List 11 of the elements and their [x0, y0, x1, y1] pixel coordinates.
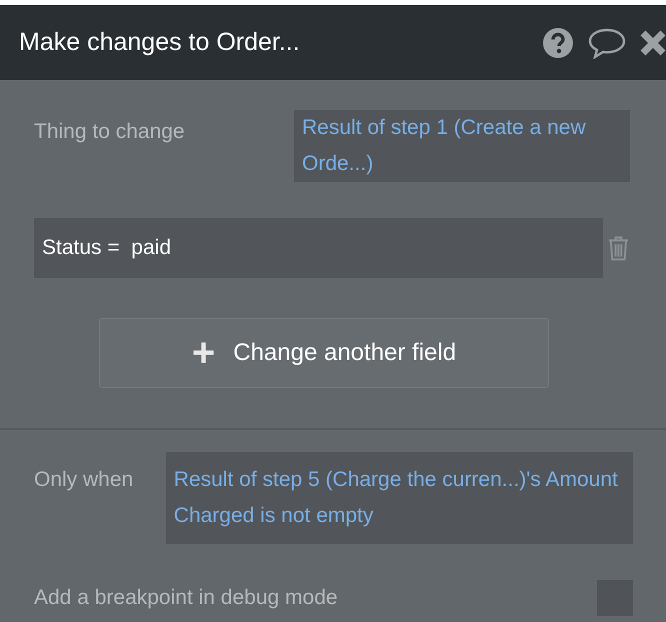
- close-icon[interactable]: [640, 28, 666, 56]
- only-when-label: Only when: [34, 468, 134, 492]
- comment-icon[interactable]: [588, 26, 626, 58]
- help-icon[interactable]: [542, 26, 574, 58]
- field-assignment[interactable]: Status = paid: [34, 218, 604, 278]
- window-title: Make changes to Order...: [19, 28, 301, 57]
- thing-to-change-label: Thing to change: [34, 120, 186, 144]
- breakpoint-label: Add a breakpoint in debug mode: [34, 586, 338, 610]
- change-another-field-button[interactable]: + Change another field: [99, 318, 549, 388]
- thing-to-change-field[interactable]: Result of step 1 (Create a new Orde...): [294, 110, 630, 182]
- condition-field[interactable]: Result of step 5 (Charge the curren...)'s Amount Charged is not empty: [166, 452, 633, 544]
